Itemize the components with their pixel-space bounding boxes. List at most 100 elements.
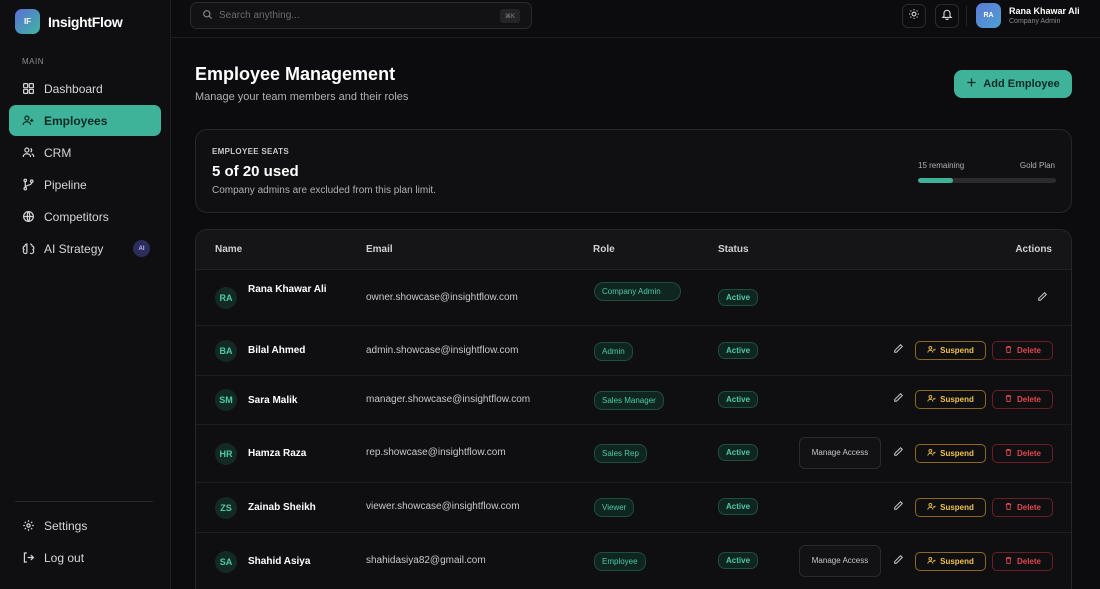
user-check-icon <box>927 394 936 405</box>
sidebar-divider <box>15 501 153 502</box>
sidebar: IF InsightFlow MAIN Dashboard Employees <box>0 0 171 589</box>
table-header: Name Email Role Status Actions <box>196 230 1071 270</box>
page-subtitle: Manage your team members and their roles <box>195 91 409 103</box>
delete-label: Delete <box>1016 346 1041 355</box>
status-badge: Active <box>718 289 759 306</box>
delete-label: Delete <box>1016 503 1041 512</box>
sidebar-item-settings[interactable]: Settings <box>9 510 161 541</box>
sidebar-item-employees[interactable]: Employees <box>9 105 161 136</box>
sidebar-bottom: Settings Log out <box>9 510 161 574</box>
sidebar-item-label: Dashboard <box>44 81 103 96</box>
suspend-label: Suspend <box>940 557 974 566</box>
trash-icon <box>1004 556 1013 567</box>
pencil-icon <box>1037 289 1048 307</box>
theme-toggle-button[interactable] <box>902 4 926 28</box>
seats-progress-fill <box>918 178 953 183</box>
table-row: SM Sara Malik manager.showcase@insightfl… <box>196 376 1071 425</box>
delete-label: Delete <box>1016 557 1041 566</box>
status-badge: Active <box>718 342 759 359</box>
suspend-label: Suspend <box>940 503 974 512</box>
add-employee-label: Add Employee <box>983 78 1060 90</box>
employee-name: Sara Malik <box>248 395 298 406</box>
suspend-label: Suspend <box>940 346 974 355</box>
add-employee-button[interactable]: Add Employee <box>954 70 1072 98</box>
edit-button[interactable] <box>891 392 905 406</box>
delete-button[interactable]: Delete <box>992 498 1053 517</box>
role-badge: Viewer <box>594 498 635 517</box>
suspend-button[interactable]: Suspend <box>915 341 986 360</box>
logout-icon <box>22 551 35 564</box>
seats-remaining: 15 remaining <box>918 161 965 170</box>
manage-access-button[interactable]: Manage Access <box>799 437 881 469</box>
suspend-button[interactable]: Suspend <box>915 444 986 463</box>
edit-button[interactable] <box>891 500 905 514</box>
employee-name: Zainab Sheikh <box>248 502 316 513</box>
plus-icon <box>966 77 977 91</box>
suspend-button[interactable]: Suspend <box>915 552 986 571</box>
sidebar-item-label: CRM <box>44 145 72 160</box>
ai-badge: AI <box>133 240 150 257</box>
search-box[interactable]: ⌘K <box>190 2 532 29</box>
seats-label: EMPLOYEE SEATS <box>212 147 289 156</box>
user-check-icon <box>927 502 936 513</box>
table-row: ZS Zainab Sheikh viewer.showcase@insight… <box>196 483 1071 533</box>
employee-name: Hamza Raza <box>248 448 307 459</box>
employee-avatar: SA <box>215 551 237 573</box>
plan-name: Gold Plan <box>1019 161 1055 170</box>
sidebar-item-label: AI Strategy <box>44 241 104 256</box>
app-root: IF InsightFlow MAIN Dashboard Employees <box>0 0 1100 589</box>
delete-button[interactable]: Delete <box>992 390 1053 409</box>
header-actions: Actions <box>1015 244 1052 255</box>
header-role: Role <box>593 244 615 255</box>
edit-button[interactable] <box>891 343 905 357</box>
edit-button[interactable] <box>891 446 905 460</box>
employee-seats-card: EMPLOYEE SEATS 5 of 20 used Company admi… <box>195 129 1072 213</box>
user-role: Company Admin <box>1009 18 1061 25</box>
sidebar-section-label: MAIN <box>22 57 44 66</box>
notifications-button[interactable] <box>935 4 959 28</box>
delete-button[interactable]: Delete <box>992 444 1053 463</box>
table-row: BA Bilal Ahmed admin.showcase@insightflo… <box>196 326 1071 376</box>
sidebar-item-competitors[interactable]: Competitors <box>9 201 161 232</box>
employee-avatar: SM <box>215 389 237 411</box>
header-name: Name <box>215 244 243 255</box>
employee-avatar: BA <box>215 340 237 362</box>
sidebar-item-ai-strategy[interactable]: AI Strategy AI <box>9 233 161 264</box>
search-input[interactable] <box>219 10 489 21</box>
edit-button[interactable] <box>1035 291 1049 305</box>
sidebar-item-label: Competitors <box>44 209 109 224</box>
people-icon <box>22 146 35 159</box>
suspend-button[interactable]: Suspend <box>915 390 986 409</box>
employee-email: viewer.showcase@insightflow.com <box>366 501 520 512</box>
sidebar-item-label: Settings <box>44 518 88 533</box>
sidebar-item-dashboard[interactable]: Dashboard <box>9 73 161 104</box>
suspend-label: Suspend <box>940 395 974 404</box>
pencil-icon <box>893 552 904 570</box>
app-name: InsightFlow <box>48 13 123 30</box>
status-badge: Active <box>718 498 759 515</box>
sidebar-item-crm[interactable]: CRM <box>9 137 161 168</box>
page-title: Employee Management <box>195 64 396 84</box>
pencil-icon <box>893 498 904 516</box>
branch-icon <box>22 178 35 191</box>
logo: IF <box>15 9 40 34</box>
suspend-label: Suspend <box>940 449 974 458</box>
brand[interactable]: IF InsightFlow <box>15 9 123 34</box>
sidebar-item-pipeline[interactable]: Pipeline <box>9 169 161 200</box>
edit-button[interactable] <box>891 554 905 568</box>
seats-progress-bar <box>918 178 1056 183</box>
user-menu[interactable]: RA Rana Khawar Ali Company Admin <box>976 3 1080 28</box>
sidebar-item-logout[interactable]: Log out <box>9 542 161 573</box>
manage-access-button[interactable]: Manage Access <box>799 545 881 577</box>
gear-icon <box>22 519 35 532</box>
employees-table: Name Email Role Status Actions RA Rana K… <box>195 229 1072 589</box>
suspend-button[interactable]: Suspend <box>915 498 986 517</box>
user-check-icon <box>927 556 936 567</box>
delete-button[interactable]: Delete <box>992 552 1053 571</box>
trash-icon <box>1004 394 1013 405</box>
header-email: Email <box>366 244 393 255</box>
pencil-icon <box>893 341 904 359</box>
role-badge: Company Admin <box>594 282 681 301</box>
delete-button[interactable]: Delete <box>992 341 1053 360</box>
sidebar-item-label: Log out <box>44 550 85 565</box>
